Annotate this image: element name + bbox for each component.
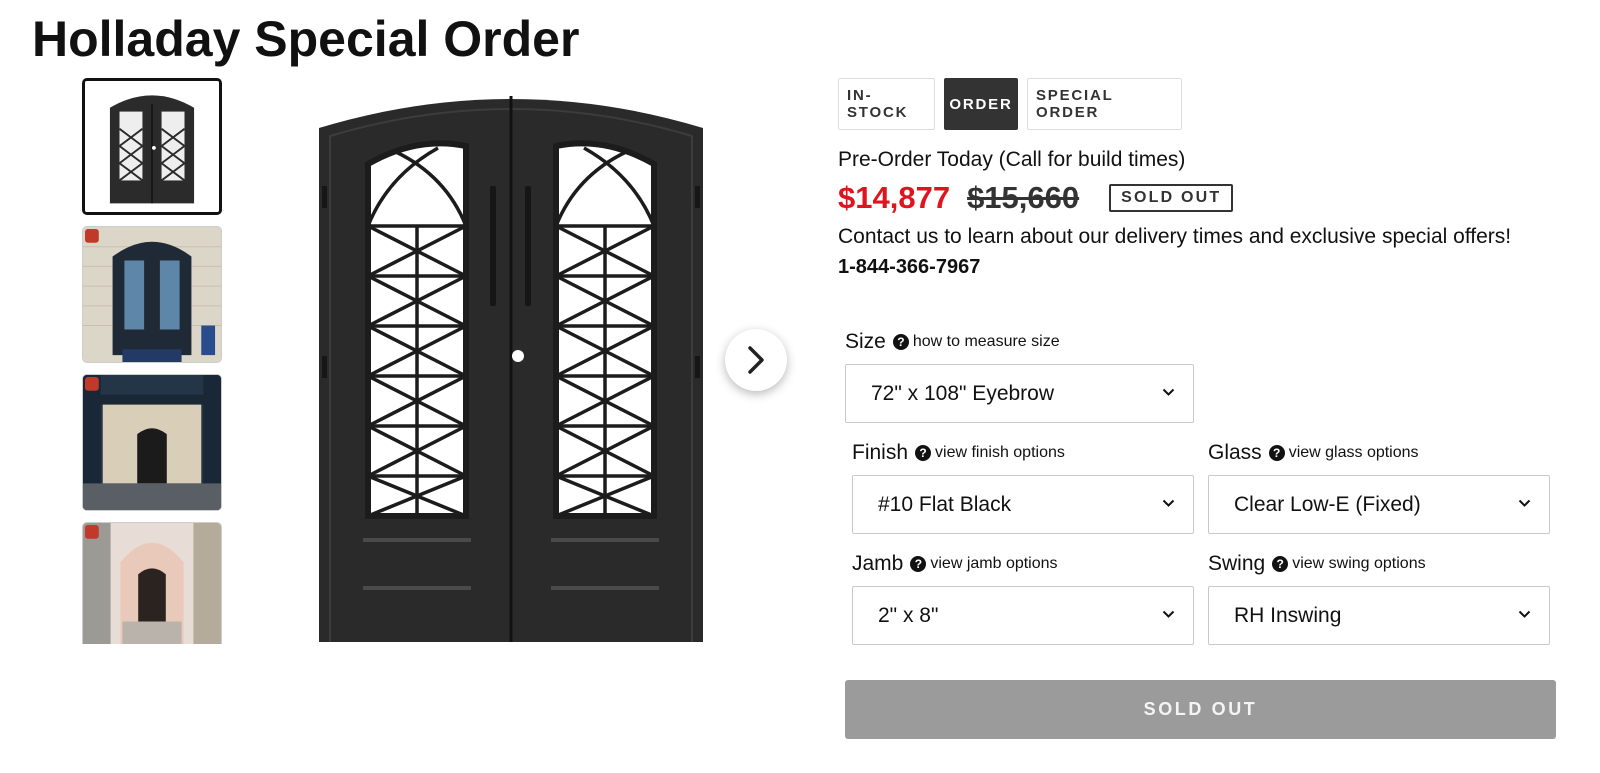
swing-select-value: RH Inswing bbox=[1234, 603, 1342, 627]
tab-special-order[interactable]: SPECIAL ORDER bbox=[1027, 78, 1182, 130]
chevron-down-icon bbox=[1518, 610, 1531, 618]
jamb-label-row: Jamb ? view jamb options bbox=[852, 552, 1058, 576]
size-select[interactable]: 72" x 108" Eyebrow bbox=[845, 364, 1194, 423]
chevron-down-icon bbox=[1162, 388, 1175, 396]
sold-out-badge: SOLD OUT bbox=[1109, 184, 1234, 212]
finish-select-value: #10 Flat Black bbox=[878, 492, 1012, 516]
sold-out-button[interactable]: SOLD OUT bbox=[845, 680, 1556, 739]
product-title: Holladay Special Order bbox=[32, 11, 580, 67]
glass-select[interactable]: Clear Low-E (Fixed) bbox=[1208, 475, 1550, 534]
jamb-select-value: 2" x 8" bbox=[878, 603, 939, 627]
double-door-image bbox=[319, 96, 703, 642]
thumbnail-4[interactable] bbox=[82, 522, 222, 644]
glass-label: Glass bbox=[1208, 441, 1262, 464]
thumbnail-entry-image bbox=[83, 523, 221, 644]
swing-label: Swing bbox=[1208, 552, 1266, 575]
finish-select[interactable]: #10 Flat Black bbox=[852, 475, 1194, 534]
thumbnail-2[interactable] bbox=[82, 226, 222, 363]
glass-help-link[interactable]: view glass options bbox=[1289, 444, 1419, 462]
glass-label-row: Glass ? view glass options bbox=[1208, 441, 1419, 465]
swing-select[interactable]: RH Inswing bbox=[1208, 586, 1550, 645]
help-icon[interactable]: ? bbox=[1272, 556, 1289, 572]
glass-select-value: Clear Low-E (Fixed) bbox=[1234, 492, 1421, 516]
size-label: Size bbox=[845, 330, 886, 353]
help-icon[interactable]: ? bbox=[915, 445, 932, 461]
chevron-down-icon bbox=[1162, 499, 1175, 507]
thumbnail-house-image bbox=[83, 227, 221, 362]
chevron-down-icon bbox=[1518, 499, 1531, 507]
help-icon[interactable]: ? bbox=[892, 334, 909, 350]
swing-label-row: Swing ? view swing options bbox=[1208, 552, 1426, 576]
preorder-note: Pre-Order Today (Call for build times) bbox=[838, 148, 1186, 171]
stock-type-tabs: IN-STOCK ORDER SPECIAL ORDER bbox=[838, 78, 1182, 130]
help-icon[interactable]: ? bbox=[1268, 445, 1285, 461]
help-icon[interactable]: ? bbox=[910, 556, 927, 572]
phone-number[interactable]: 1-844-366-7967 bbox=[838, 256, 980, 279]
jamb-help-link[interactable]: view jamb options bbox=[930, 555, 1057, 573]
chevron-down-icon bbox=[1162, 610, 1175, 618]
finish-label: Finish bbox=[852, 441, 909, 464]
tab-order[interactable]: ORDER bbox=[944, 78, 1018, 130]
sale-price: $14,877 bbox=[838, 180, 951, 215]
thumbnail-door-image bbox=[85, 81, 219, 212]
main-product-image bbox=[318, 86, 704, 642]
regular-price: $15,660 bbox=[967, 180, 1080, 215]
finish-help-link[interactable]: view finish options bbox=[935, 444, 1065, 462]
size-select-value: 72" x 108" Eyebrow bbox=[871, 381, 1055, 405]
next-image-button[interactable] bbox=[725, 329, 787, 391]
swing-help-link[interactable]: view swing options bbox=[1292, 555, 1425, 573]
size-help-link[interactable]: how to measure size bbox=[913, 333, 1060, 351]
finish-label-row: Finish ? view finish options bbox=[852, 441, 1065, 465]
thumbnail-1[interactable] bbox=[82, 78, 222, 215]
jamb-label: Jamb bbox=[852, 552, 904, 575]
jamb-select[interactable]: 2" x 8" bbox=[852, 586, 1194, 645]
thumbnail-strip bbox=[82, 78, 222, 644]
chevron-right-icon bbox=[748, 346, 764, 374]
tab-in-stock[interactable]: IN-STOCK bbox=[838, 78, 935, 130]
thumbnail-3[interactable] bbox=[82, 374, 222, 511]
size-label-row: Size ? how to measure size bbox=[845, 330, 1060, 354]
price-row: $14,877 $15,660 SOLD OUT bbox=[838, 180, 1234, 216]
contact-message: Contact us to learn about our delivery t… bbox=[838, 225, 1512, 248]
thumbnail-porch-image bbox=[83, 375, 221, 510]
